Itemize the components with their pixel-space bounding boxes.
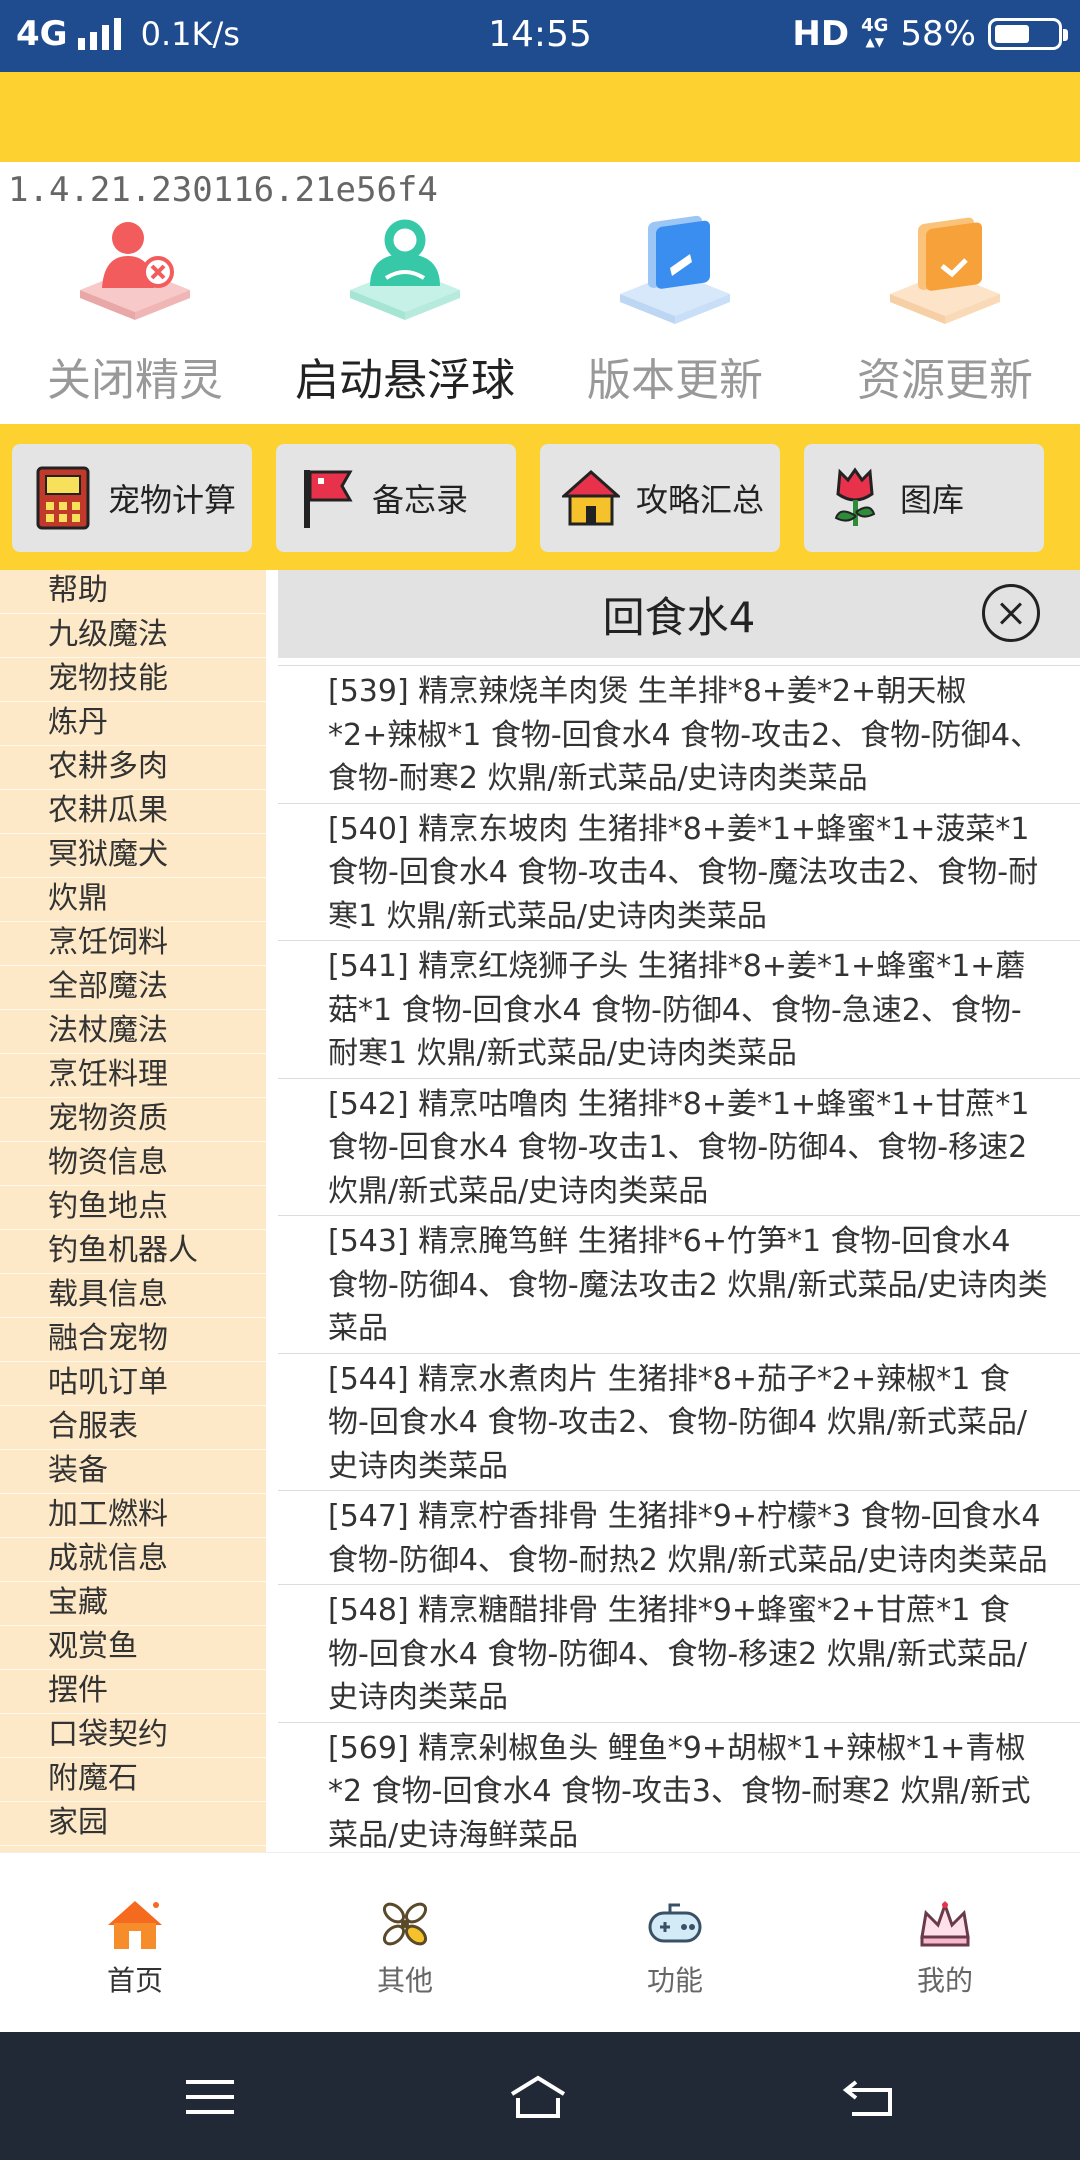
sidebar-item[interactable]: 炼丹 (0, 702, 266, 746)
result-entry[interactable]: [569] 精烹剁椒鱼头 鲤鱼*9+胡椒*1+辣椒*1+青椒*2 食物-回食水4… (278, 1723, 1080, 1853)
sidebar-item[interactable]: 融合宠物 (0, 1318, 266, 1362)
sidebar-item[interactable]: 加工燃料 (0, 1494, 266, 1538)
result-entry[interactable]: [539] 精烹辣烧羊肉煲 生羊排*8+姜*2+朝天椒*2+辣椒*1 食物-回食… (278, 666, 1080, 804)
sidebar-item[interactable]: 物资信息 (0, 1142, 266, 1186)
list-divider (278, 658, 1080, 666)
resource-update-icon (890, 217, 1000, 324)
action-label: 版本更新 (587, 355, 763, 406)
version-label: 1.4.21.230116.21e56f4 (8, 170, 438, 210)
sidebar-item[interactable]: 咕叽订单 (0, 1362, 266, 1406)
result-panel: 回食水4 [539] 精烹辣烧羊肉煲 生羊排*8+姜*2+朝天椒*2+辣椒*1 … (278, 570, 1080, 1852)
result-entry[interactable]: [540] 精烹东坡肉 生猪排*8+姜*1+蜂蜜*1+菠菜*1 食物-回食水4 … (278, 804, 1080, 941)
action-row: 关闭精灵 启动悬浮球 版本更新 资源更新 (0, 210, 1080, 410)
tool-label: 宠物计算 (108, 481, 237, 519)
sidebar-item[interactable]: 钓鱼机器人 (0, 1230, 266, 1274)
floating-ball-icon (350, 219, 460, 320)
sidebar-item[interactable]: 观赏鱼 (0, 1626, 266, 1670)
sidebar-item[interactable]: 宝藏 (0, 1582, 266, 1626)
close-sprite-button[interactable]: 关闭精灵 (0, 210, 270, 410)
sidebar-item[interactable]: 炊鼎 (0, 878, 266, 922)
panel-header: 回食水4 (278, 570, 1080, 658)
tool-row: 宠物计算 备忘录 攻略汇总 图库 (0, 424, 1080, 570)
data-activity-icon: 4G ▲▼ (861, 15, 889, 50)
sidebar-item[interactable]: 全部魔法 (0, 966, 266, 1010)
action-label: 关闭精灵 (47, 355, 223, 406)
sidebar-item[interactable]: 农耕多肉 (0, 746, 266, 790)
home-icon (108, 1901, 162, 1949)
sidebar-item[interactable]: 烹饪饲料 (0, 922, 266, 966)
sidebar-item[interactable]: 宠物技能 (0, 658, 266, 702)
sidebar-item[interactable]: 口袋契约 (0, 1714, 266, 1758)
sidebar-item[interactable]: 合服表 (0, 1406, 266, 1450)
version-update-icon (620, 215, 730, 324)
result-list[interactable]: [539] 精烹辣烧羊肉煲 生羊排*8+姜*2+朝天椒*2+辣椒*1 食物-回食… (278, 658, 1080, 1852)
flag-icon (304, 470, 353, 528)
panel-title: 回食水4 (602, 592, 756, 642)
hd-network: 4G (861, 15, 889, 36)
action-label: 启动悬浮球 (295, 355, 515, 406)
gallery-button[interactable]: 图库 (804, 444, 1044, 552)
version-update-button[interactable]: 版本更新 (540, 210, 810, 410)
house-icon (562, 469, 620, 526)
hd-indicator: HD (792, 14, 850, 54)
pinwheel-icon (382, 1902, 428, 1946)
sidebar-item[interactable]: 附魔石 (0, 1758, 266, 1802)
nav-label: 首页 (106, 1964, 163, 1997)
nav-label: 功能 (646, 1964, 703, 1997)
result-entry[interactable]: [544] 精烹水煮肉片 生猪排*8+茄子*2+辣椒*1 食物-回食水4 食物-… (278, 1354, 1080, 1491)
sidebar-item[interactable]: 摆件 (0, 1670, 266, 1714)
result-entry[interactable]: [543] 精烹腌笃鲜 生猪排*6+竹笋*1 食物-回食水4 食物-防御4、食物… (278, 1216, 1080, 1354)
tool-label: 图库 (900, 481, 965, 519)
sidebar-item[interactable]: 九级魔法 (0, 614, 266, 658)
guide-button[interactable]: 攻略汇总 (540, 444, 780, 552)
action-label: 资源更新 (857, 355, 1033, 406)
tool-label: 攻略汇总 (636, 481, 765, 519)
sidebar-item[interactable]: 载具信息 (0, 1274, 266, 1318)
home-button-icon[interactable] (508, 2072, 568, 2122)
back-icon[interactable] (840, 2072, 900, 2122)
close-sprite-icon (80, 222, 190, 320)
status-bar: 4G 0.1K/s 14:55 HD 4G ▲▼ 58% (0, 0, 1080, 72)
bottom-nav: 首页 其他 功能 我的 (0, 1852, 1080, 2032)
memo-button[interactable]: 备忘录 (276, 444, 516, 552)
header-band (0, 72, 1080, 162)
battery-percent: 58% (900, 14, 976, 54)
floating-ball-button[interactable]: 启动悬浮球 (270, 210, 540, 410)
gamepad-icon (648, 1903, 702, 1943)
sidebar-item[interactable]: 法杖魔法 (0, 1010, 266, 1054)
battery-icon (988, 18, 1068, 50)
result-entry[interactable]: [541] 精烹红烧狮子头 生猪排*8+姜*1+蜂蜜*1+蘑菇*1 食物-回食水… (278, 941, 1080, 1079)
sidebar-item[interactable]: 装备 (0, 1450, 266, 1494)
menu-icon[interactable] (180, 2072, 240, 2122)
result-entry[interactable]: [548] 精烹糖醋排骨 生猪排*9+蜂蜜*2+甘蔗*1 食物-回食水4 食物-… (278, 1585, 1080, 1723)
sidebar-item[interactable]: 烹饪料理 (0, 1054, 266, 1098)
sidebar-item[interactable]: 成就信息 (0, 1538, 266, 1582)
resource-update-button[interactable]: 资源更新 (810, 210, 1080, 410)
sidebar-item[interactable]: 家园 (0, 1802, 266, 1846)
system-nav-bar (0, 2032, 1080, 2160)
sidebar-item[interactable]: 宠物资质 (0, 1098, 266, 1142)
sidebar-item[interactable]: 冥狱魔犬 (0, 834, 266, 878)
sidebar-item[interactable]: 农耕瓜果 (0, 790, 266, 834)
sidebar-item[interactable]: 帮助 (0, 570, 266, 614)
rose-icon (834, 467, 876, 526)
nav-other[interactable]: 其他 (270, 1853, 540, 2032)
category-sidebar: 帮助 九级魔法 宠物技能 炼丹 农耕多肉 农耕瓜果 冥狱魔犬 炊鼎 烹饪饲料 全部魔法 法杖魔法 烹饪… (0, 570, 266, 1852)
nav-function[interactable]: 功能 (540, 1853, 810, 2032)
nav-label: 我的 (916, 1964, 973, 1997)
tool-label: 备忘录 (372, 481, 469, 519)
status-right: HD 4G ▲▼ 58% (792, 14, 1068, 54)
nav-label: 其他 (376, 1964, 433, 1997)
nav-home[interactable]: 首页 (0, 1853, 270, 2032)
pet-calc-button[interactable]: 宠物计算 (12, 444, 252, 552)
result-entry[interactable]: [547] 精烹柠香排骨 生猪排*9+柠檬*3 食物-回食水4 食物-防御4、食… (278, 1491, 1080, 1585)
nav-mine[interactable]: 我的 (810, 1853, 1080, 2032)
sidebar-item[interactable]: 钓鱼地点 (0, 1186, 266, 1230)
app-screen: 4G 0.1K/s 14:55 HD 4G ▲▼ 58% 1.4.21.2301… (0, 0, 1080, 2160)
calculator-icon (36, 466, 90, 530)
crown-icon (920, 1900, 970, 1947)
close-icon[interactable] (982, 584, 1040, 642)
result-entry[interactable]: [542] 精烹咕噜肉 生猪排*8+姜*1+蜂蜜*1+甘蔗*1 食物-回食水4 … (278, 1079, 1080, 1216)
